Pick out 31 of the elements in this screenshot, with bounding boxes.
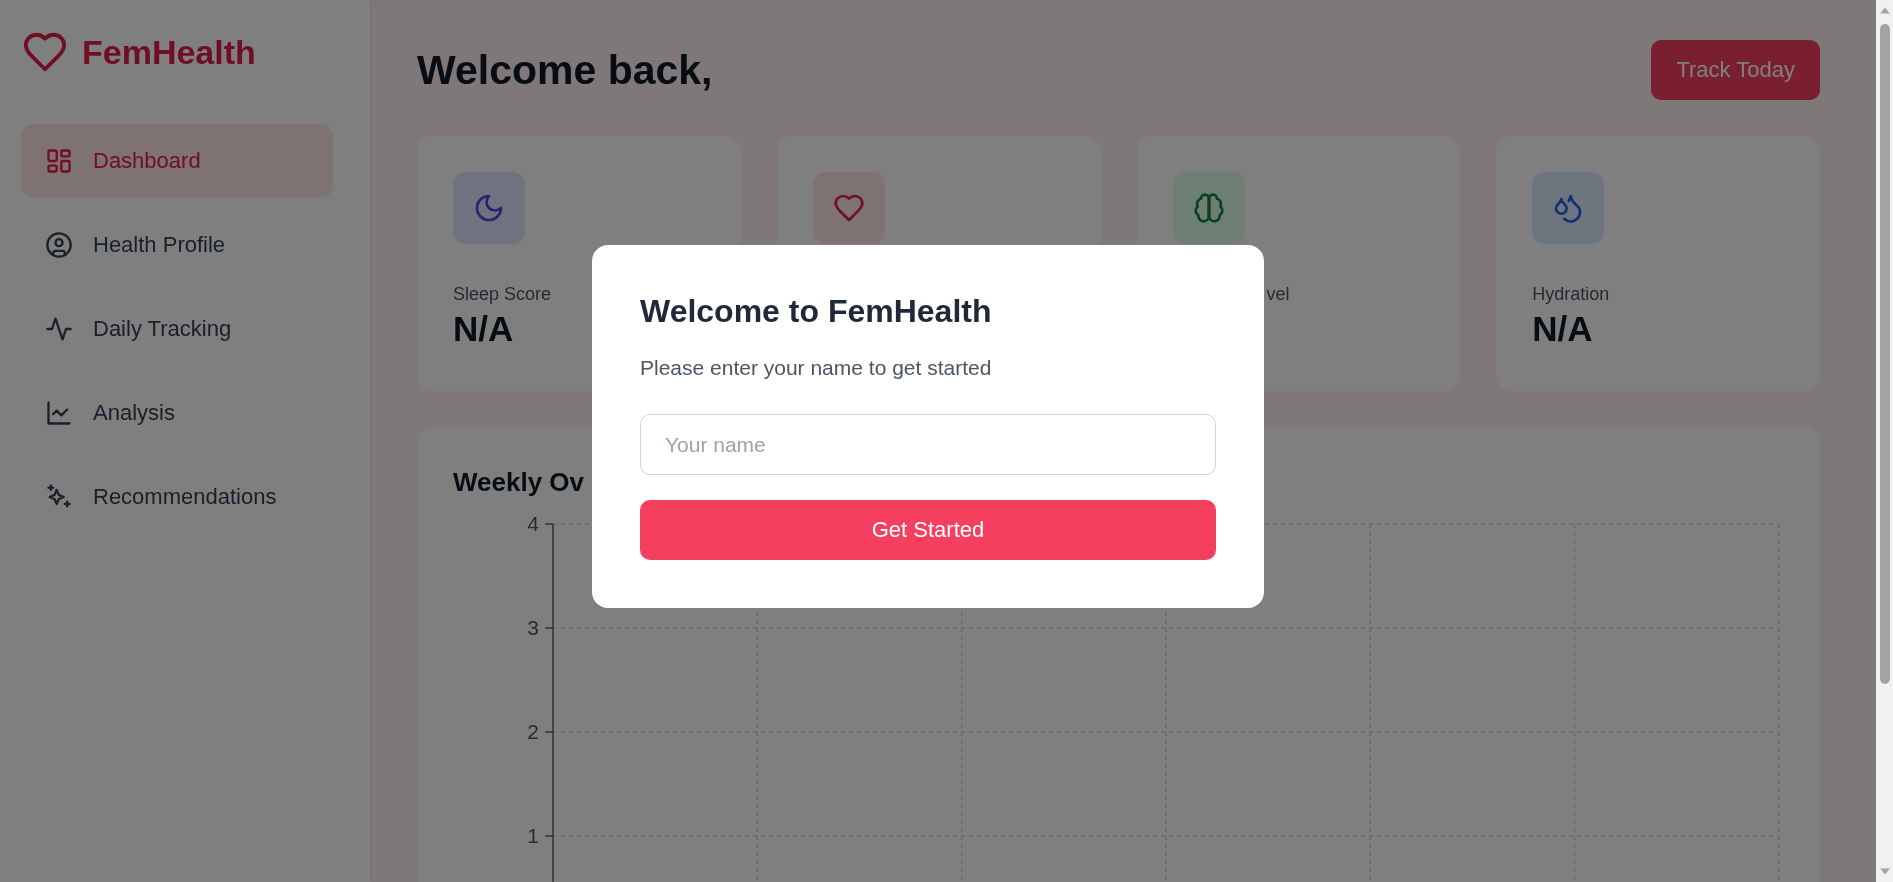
droplets-icon (1532, 172, 1605, 244)
nav-item[interactable]: Analysis (21, 376, 333, 449)
user-icon (45, 230, 73, 259)
stat-label: Sleep Score (453, 284, 552, 305)
track-today-button[interactable]: Track Today (1651, 40, 1820, 100)
y-tick-label: 3 (527, 616, 539, 639)
nav-item[interactable]: Health Profile (21, 208, 333, 281)
dialog-title: Welcome to FemHealth (640, 293, 993, 330)
dialog-text: Please enter your name to get started (640, 356, 993, 380)
page-title: Welcome back, (417, 46, 713, 94)
stat-label: vel (1265, 284, 1290, 305)
brand-name: FemHealth (82, 32, 256, 72)
get-started-button[interactable]: Get Started (640, 500, 1216, 560)
y-tick-label: 2 (527, 720, 539, 743)
stat-value: N/A (1532, 309, 1593, 349)
line-chart-icon (45, 398, 73, 427)
brain-icon (1172, 172, 1245, 244)
nav-item[interactable]: Dashboard (21, 124, 333, 197)
nav-item[interactable]: Recommendations (21, 460, 333, 533)
y-tick-label: 1 (527, 824, 539, 847)
stat-label: Hydration (1532, 284, 1610, 305)
nav-item[interactable]: Daily Tracking (21, 292, 333, 365)
name-input-field[interactable]: Your name (640, 414, 1216, 475)
scrollbar-thumb[interactable] (1879, 24, 1890, 684)
stat-value: N/A (453, 309, 514, 349)
pulse-icon (45, 314, 73, 343)
moon-icon (453, 172, 525, 244)
chart-title: Weekly Ov (453, 467, 586, 498)
y-tick-label: 4 (527, 512, 539, 535)
scrollbar[interactable] (1876, 0, 1893, 882)
grid-icon (45, 146, 73, 175)
